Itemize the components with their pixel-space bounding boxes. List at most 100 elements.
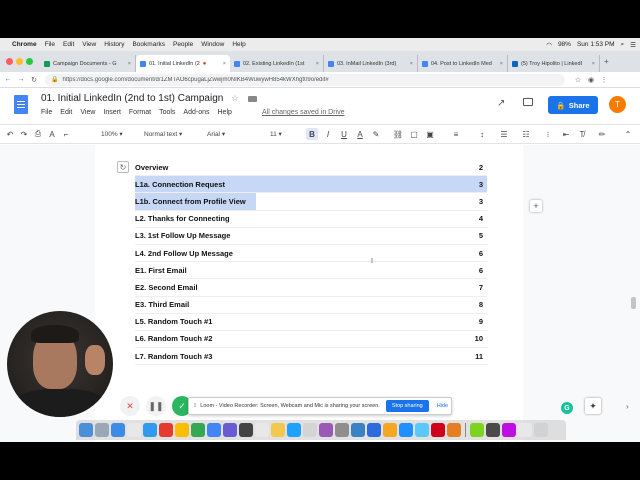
menubar-item-help[interactable]: Help <box>232 41 245 48</box>
line-spacing-icon[interactable]: ↕ <box>476 128 488 140</box>
dock-app-icon[interactable] <box>319 423 333 437</box>
wifi-icon[interactable]: ◠ <box>546 41 552 49</box>
tab-campaign-documents[interactable]: Campaign Documents - G × <box>40 55 136 72</box>
menu-file[interactable]: File <box>41 109 52 116</box>
menubar-item-edit[interactable]: Edit <box>63 41 74 48</box>
dock-app-icon[interactable] <box>79 423 93 437</box>
chevron-right-icon[interactable]: › <box>626 402 629 411</box>
dock-app-icon[interactable] <box>335 423 349 437</box>
toc-entry[interactable]: E2. Second Email 7 <box>135 279 487 297</box>
explore-icon[interactable]: ✦ <box>585 398 601 414</box>
stop-sharing-button[interactable]: Stop sharing <box>385 400 429 412</box>
menu-insert[interactable]: Insert <box>103 109 121 116</box>
menubar-item-people[interactable]: People <box>173 41 193 48</box>
toc-entry-label[interactable]: E1. First Email <box>135 266 187 275</box>
menu-help[interactable]: Help <box>218 109 232 116</box>
dock-app-icon[interactable] <box>502 423 516 437</box>
dock-app-icon[interactable] <box>191 423 205 437</box>
extension-icon[interactable]: ◉ <box>586 76 596 84</box>
loom-pause-icon[interactable]: ❚❚ <box>146 396 166 416</box>
italic-button[interactable]: I <box>322 128 334 140</box>
toc-entry-label[interactable]: L1b. Connect from Profile View <box>135 197 246 206</box>
menubar-item-bookmarks[interactable]: Bookmarks <box>132 41 165 48</box>
editing-mode-icon[interactable]: ✏ <box>596 128 608 140</box>
menubar-item-history[interactable]: History <box>104 41 124 48</box>
menubar-item-view[interactable]: View <box>82 41 96 48</box>
scrollbar[interactable] <box>631 297 636 309</box>
bold-button[interactable]: B <box>306 128 318 140</box>
menubar-item-file[interactable]: File <box>45 41 55 48</box>
checklist-icon[interactable]: ☰ <box>498 128 510 140</box>
dock-app-icon[interactable] <box>351 423 365 437</box>
dock-app-icon[interactable] <box>447 423 461 437</box>
redo-icon[interactable]: ↷ <box>18 128 30 140</box>
toc-entry-label[interactable]: E3. Third Email <box>135 300 189 309</box>
menu-tools[interactable]: Tools <box>159 109 175 116</box>
dock-app-icon[interactable] <box>159 423 173 437</box>
toc-entry[interactable]: L2. Thanks for Connecting 4 <box>135 211 487 228</box>
toc-entry-label[interactable]: L2. Thanks for Connecting <box>135 214 230 223</box>
dock-app-icon[interactable] <box>207 423 221 437</box>
clock[interactable]: Sun 1:53 PM <box>577 41 615 48</box>
bulleted-list-icon[interactable]: ⁝ <box>542 128 554 140</box>
style-select[interactable]: Normal text ▾ <box>144 130 182 138</box>
close-window-button[interactable] <box>6 58 13 65</box>
toc-entry-label[interactable]: Overview <box>135 163 168 172</box>
dock-app-icon[interactable] <box>367 423 381 437</box>
chrome-menu-icon[interactable]: ⋮ <box>599 76 609 84</box>
close-tab-icon[interactable]: × <box>316 61 319 67</box>
toc-entry[interactable]: E1. First Email 6 <box>135 262 487 280</box>
close-tab-icon[interactable]: × <box>223 61 226 67</box>
dock-app-icon[interactable] <box>399 423 413 437</box>
update-toc-icon[interactable]: ↻ <box>117 161 129 173</box>
avatar[interactable]: T <box>609 96 626 113</box>
tab-post-to-linkedin[interactable]: 04. Post to LinkedIn Med × <box>418 55 508 72</box>
grammarly-icon[interactable]: G <box>561 402 573 414</box>
bookmark-star-icon[interactable]: ☆ <box>573 76 583 84</box>
toc-entry[interactable]: L1a. Connection Request 3 <box>135 176 487 194</box>
document-title[interactable]: 01. Initial LinkedIn (2nd to 1st) Campai… <box>41 93 223 104</box>
decrease-indent-icon[interactable]: ⇤ <box>560 128 572 140</box>
search-icon[interactable]: ⌕ <box>621 41 625 49</box>
tab-inmail-linkedin[interactable]: 03. InMail LinkedIn (3rd) × <box>324 55 418 72</box>
dock-app-icon[interactable] <box>383 423 397 437</box>
url-field[interactable]: 🔒 https://docs.google.com/document/d/1ZM… <box>45 73 565 86</box>
dock-app-icon[interactable] <box>518 423 532 437</box>
insert-image-icon[interactable]: ▣ <box>424 128 436 140</box>
dock-app-icon[interactable] <box>303 423 317 437</box>
menu-view[interactable]: View <box>80 109 95 116</box>
close-tab-icon[interactable]: × <box>592 61 595 67</box>
toc-entry-label[interactable]: L1a. Connection Request <box>135 180 225 189</box>
zoom-window-button[interactable] <box>26 58 33 65</box>
link-icon[interactable]: ⛓ <box>392 128 404 140</box>
underline-button[interactable]: U <box>338 128 350 140</box>
toc-entry-label[interactable]: L4. 2nd Follow Up Message <box>135 249 233 258</box>
trash-icon[interactable] <box>534 423 548 437</box>
star-icon[interactable]: ☆ <box>231 93 239 104</box>
toc-entry-label[interactable]: E2. Second Email <box>135 283 198 292</box>
close-tab-icon[interactable]: × <box>500 61 503 67</box>
save-status[interactable]: All changes saved in Drive <box>262 109 345 116</box>
toc-entry[interactable]: L6. Random Touch #2 10 <box>135 331 487 349</box>
print-icon[interactable]: ⎙ <box>32 128 44 140</box>
battery-level[interactable]: 98% <box>558 41 571 48</box>
tab-linkedin-profile[interactable]: (5) Troy Hipolito | LinkedI × <box>508 55 600 72</box>
docs-logo-icon[interactable] <box>14 95 28 114</box>
add-comment-icon[interactable]: + <box>530 200 542 212</box>
menubar-item-window[interactable]: Window <box>201 41 224 48</box>
dock-app-icon[interactable] <box>239 423 253 437</box>
activity-dashboard-icon[interactable]: ↗ <box>497 98 505 109</box>
paint-format-icon[interactable]: ⌐ <box>60 128 72 140</box>
menubar-app-name[interactable]: Chrome <box>12 41 37 48</box>
reload-icon[interactable]: ↻ <box>29 76 39 84</box>
back-arrow-icon[interactable]: ← <box>3 76 13 83</box>
close-tab-icon[interactable]: × <box>128 61 131 67</box>
highlight-pen-icon[interactable]: ✎ <box>370 128 382 140</box>
dock-app-icon[interactable] <box>470 423 484 437</box>
spellcheck-icon[interactable]: A <box>46 128 58 140</box>
toc-entry[interactable]: L5. Random Touch #1 9 <box>135 314 487 331</box>
toc-entry[interactable]: L7. Random Touch #3 11 <box>135 348 487 366</box>
undo-icon[interactable]: ↶ <box>4 128 16 140</box>
toc-entry[interactable]: Overview 2 <box>135 159 487 177</box>
toc-entry-label[interactable]: L7. Random Touch #3 <box>135 352 212 361</box>
